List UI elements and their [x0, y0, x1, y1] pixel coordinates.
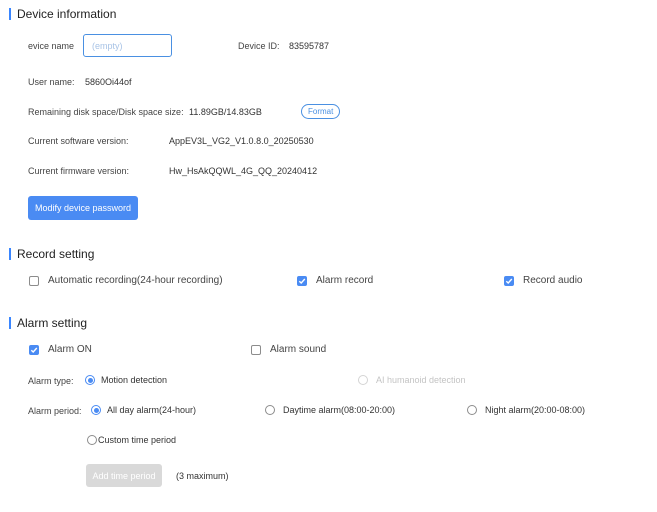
ai-humanoid-radio: AI humanoid detection: [358, 375, 466, 385]
firmware-version-value: Hw_HsAkQQWL_4G_QQ_20240412: [169, 166, 318, 176]
firmware-version-label: Current firmware version:: [28, 166, 130, 176]
user-name-label: User name:: [28, 77, 75, 87]
user-name-value: 5860Oi44of: [85, 77, 132, 87]
software-version-label: Current software version:: [28, 136, 129, 146]
device-name-input[interactable]: [83, 34, 172, 57]
alarm-on-label: Alarm ON: [48, 344, 92, 355]
all-day-alarm-label: All day alarm(24-hour): [107, 405, 197, 415]
alarm-record-label: Alarm record: [316, 275, 374, 286]
radio-unselected-icon[interactable]: [87, 435, 97, 445]
alarm-sound-checkbox[interactable]: Alarm sound: [251, 344, 326, 355]
alarm-record-checkbox[interactable]: Alarm record: [297, 275, 373, 286]
auto-recording-checkbox[interactable]: Automatic recording(24-hour recording): [29, 275, 223, 286]
section-marker: [9, 8, 11, 20]
alarm-setting-title-text: Alarm setting: [17, 316, 88, 330]
format-button[interactable]: Format: [301, 104, 341, 119]
custom-period-radio[interactable]: Custom time period: [87, 435, 176, 445]
auto-recording-label: Automatic recording(24-hour recording): [48, 275, 223, 286]
radio-selected-icon[interactable]: [91, 405, 101, 415]
record-audio-checkbox[interactable]: Record audio: [504, 275, 582, 286]
add-time-period-button: Add time period: [86, 464, 162, 487]
software-version-value: AppEV3L_VG2_V1.0.8.0_20250530: [169, 136, 314, 146]
record-setting-title-text: Record setting: [17, 247, 95, 261]
checkmark-icon[interactable]: [29, 344, 39, 355]
max-periods-note: (3 maximum): [176, 471, 229, 481]
daytime-alarm-label: Daytime alarm(08:00-20:00): [283, 405, 396, 415]
disk-space-label: Remaining disk space/Disk space size:: [28, 107, 184, 117]
all-day-alarm-radio[interactable]: All day alarm(24-hour): [91, 405, 196, 415]
checkmark-icon[interactable]: [297, 275, 307, 286]
night-alarm-radio[interactable]: Night alarm(20:00-08:00): [467, 405, 585, 415]
custom-period-label: Custom time period: [98, 435, 177, 445]
device-id-value: 83595787: [289, 41, 330, 51]
record-setting-title: Record setting: [9, 247, 94, 261]
daytime-alarm-radio[interactable]: Daytime alarm(08:00-20:00): [265, 405, 395, 415]
alarm-type-label: Alarm type:: [28, 376, 74, 386]
radio-unselected-icon[interactable]: [467, 405, 477, 415]
checkbox-box[interactable]: [29, 275, 39, 286]
radio-unselected-icon[interactable]: [265, 405, 275, 415]
device-name-label: evice name: [28, 41, 75, 51]
section-marker: [9, 317, 11, 329]
alarm-on-checkbox[interactable]: Alarm ON: [29, 344, 92, 355]
checkmark-icon[interactable]: [504, 275, 514, 286]
device-info-title: Device information: [9, 7, 116, 21]
disk-space-value: 11.89GB/14.83GB: [189, 107, 262, 117]
modify-password-button[interactable]: Modify device password: [28, 196, 139, 220]
section-marker: [9, 248, 11, 260]
device-id-label: Device ID:: [238, 41, 280, 51]
alarm-sound-label: Alarm sound: [270, 344, 327, 355]
record-audio-label: Record audio: [523, 275, 583, 286]
night-alarm-label: Night alarm(20:00-08:00): [485, 405, 586, 415]
alarm-setting-title: Alarm setting: [9, 316, 87, 330]
radio-selected-icon[interactable]: [85, 375, 95, 385]
device-info-title-text: Device information: [17, 7, 117, 21]
motion-detection-radio[interactable]: Motion detection: [85, 375, 167, 385]
ai-humanoid-label: AI humanoid detection: [376, 375, 466, 385]
radio-disabled-icon: [358, 375, 368, 385]
motion-detection-label: Motion detection: [101, 375, 168, 385]
checkbox-box[interactable]: [251, 344, 261, 355]
alarm-period-label: Alarm period:: [28, 406, 82, 416]
